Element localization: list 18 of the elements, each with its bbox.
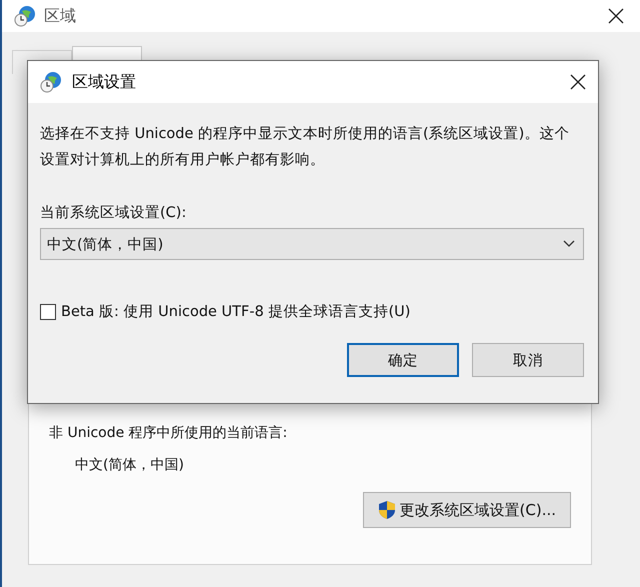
current-language: 中文(简体，中国) xyxy=(75,456,185,474)
window-title: 区域 xyxy=(44,6,77,26)
label: 非 Unicode 程序中所使用的当前语言: xyxy=(49,424,288,442)
checkbox-label: Beta 版: 使用 Unicode UTF-8 提供全球语言支持(U) xyxy=(61,302,410,321)
checkbox[interactable] xyxy=(40,304,56,320)
close-icon[interactable] xyxy=(608,8,624,24)
close-icon[interactable] xyxy=(570,74,586,90)
globe-clock-icon xyxy=(40,71,62,93)
locale-dropdown[interactable]: 中文(简体，中国) xyxy=(40,228,584,260)
globe-clock-icon xyxy=(14,5,36,27)
dialog-button[interactable]: 取消 xyxy=(472,343,584,377)
locale-label: 当前系统区域设置(C): xyxy=(40,204,188,222)
dialog-button[interactable]: 确定 xyxy=(347,343,459,377)
dialog-title: 区域设置 xyxy=(72,72,137,92)
description: 选择在不支持 Unicode 的程序中显示文本时所使用的语言(系统区域设置)。这个设置对计算机上的所有用户帐户都有影响。 xyxy=(40,124,570,170)
shield-icon xyxy=(378,500,396,520)
change-locale-button[interactable]: 更改系统区域设置(C)... xyxy=(362,492,571,528)
chevron-down-icon xyxy=(563,240,575,248)
